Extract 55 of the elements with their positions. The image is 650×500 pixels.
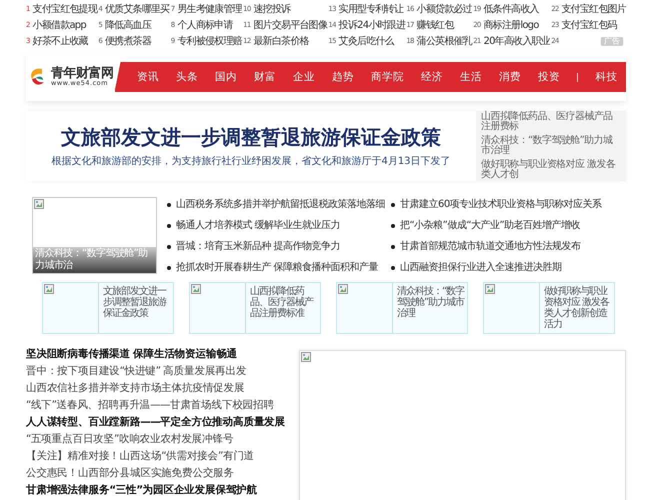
nav-link[interactable]: 生活 [452, 70, 490, 84]
nav-link[interactable]: 投资 [530, 70, 568, 84]
news-link[interactable]: 甘肃首部规范城市轨道交通地方性法规发布 [400, 239, 580, 254]
headline-link[interactable]: 【关注】精准对接！山西这场“供需对接会”有门道 [26, 448, 286, 465]
nav-link[interactable]: 头条 [168, 70, 206, 84]
headline-link[interactable]: 山西农信社多措并举支持市场主体抗疫情促发展 [26, 380, 286, 397]
news-card[interactable]: 做好职称与职业资格对应 激发各类人才创新创造活力 [483, 282, 615, 334]
news-link[interactable]: 畅通人才培养模式 缓解毕业生就业压力 [176, 218, 340, 233]
broken-image-icon [338, 284, 348, 294]
side-link[interactable]: 做好职称与职业资格对应 激发各类人才创 [481, 160, 621, 180]
broken-image-icon [191, 284, 201, 294]
nav-link[interactable]: 消费 [490, 70, 530, 84]
bullet-icon [167, 266, 171, 270]
headline-link[interactable]: 甘肃增强法律服务“三性”为园区企业发展保驾护航 [26, 482, 286, 499]
news-link[interactable]: 山西融资担保行业进入全速推进决胜期 [400, 260, 562, 275]
nav-link[interactable]: 经济 [412, 70, 452, 84]
image-caption: 清众科技：“数字驾驶舱”助力城市治 [33, 247, 156, 273]
nav-link[interactable]: 科技 [576, 72, 626, 82]
news-link[interactable]: 山西税务系统多措并举护航留抵退税政策落地落细 [176, 197, 385, 212]
news-card[interactable]: 山西拟降低药品、医疗器械产品注册费标准 [189, 282, 321, 334]
banner-title[interactable]: 文旅部发文进一步调整暂退旅游保证金政策 [61, 124, 441, 151]
news-link[interactable]: 甘肃建立60项专业技术职业资格与职称对应关系 [400, 197, 602, 212]
bullet-icon [391, 224, 395, 228]
broken-image-icon [485, 284, 495, 294]
bullet-icon [391, 244, 395, 248]
bullet-icon [167, 244, 171, 248]
headline-link[interactable]: 坚决阻断病毒传播渠道 保障生活物资运输畅通 [26, 346, 286, 363]
headline-link[interactable]: 晋中：按下项目建设“快进键” 高质量发展再出发 [26, 363, 286, 380]
nav-link[interactable]: 资讯 [128, 70, 168, 84]
bullet-icon [391, 202, 395, 206]
nav-link[interactable]: 财富 [246, 70, 284, 84]
headline-link[interactable]: “线下”送春风、招聘再升温——甘肃首场线下校园招聘 [26, 397, 286, 414]
banner-subtitle[interactable]: 根据文化和旅游部的安排，为支持旅行社行业纾困发展，省文化和旅游厅于4月13日下发了 [51, 154, 451, 168]
bullet-icon [167, 224, 171, 228]
broken-image-icon [44, 284, 54, 294]
news-link[interactable]: 晋城：培育玉米新品种 提高作物竞争力 [176, 239, 340, 254]
bullet-icon [167, 202, 171, 206]
nav-link[interactable]: 企业 [284, 70, 324, 84]
headline-link[interactable]: 人人谋转型、百业蹚新路——平定全方位推动高质量发展 [26, 414, 286, 431]
nav-link[interactable]: 国内 [206, 70, 246, 84]
side-link[interactable]: 山西拟降低药品、医疗器械产品注册费标 [481, 112, 621, 132]
bullet-icon [391, 266, 395, 270]
featured-image[interactable]: 清众科技：“数字驾驶舱”助力城市治 [32, 197, 157, 274]
nav-link[interactable]: 趋势 [324, 70, 362, 84]
broken-image-icon [34, 199, 44, 209]
news-link[interactable]: 把“小杂粮”做成“大产业”助老百姓增产增收 [400, 218, 580, 233]
news-link[interactable]: 抢抓农时开展春耕生产 保障粮食播种面积和产量 [176, 260, 378, 275]
news-card[interactable]: 文旅部发文进一步调整暂退旅游保证金政策 [42, 282, 174, 334]
nav-link[interactable]: 商学院 [362, 70, 412, 84]
headline-link[interactable]: “五项重点百日攻坚”吹响农业农村发展冲锋号 [26, 431, 286, 448]
broken-image-icon [301, 352, 312, 362]
headline-link[interactable]: 公交惠民！山西部分县城区实施免费公交服务 [26, 465, 286, 482]
news-card[interactable]: 清众科技：“数字驾驶舱”助力城市治理 [336, 282, 468, 334]
logo-name: 青年财富网 [51, 67, 114, 80]
side-link[interactable]: 清众科技：“数字驾驶舱”助力城市治理 [481, 136, 621, 156]
